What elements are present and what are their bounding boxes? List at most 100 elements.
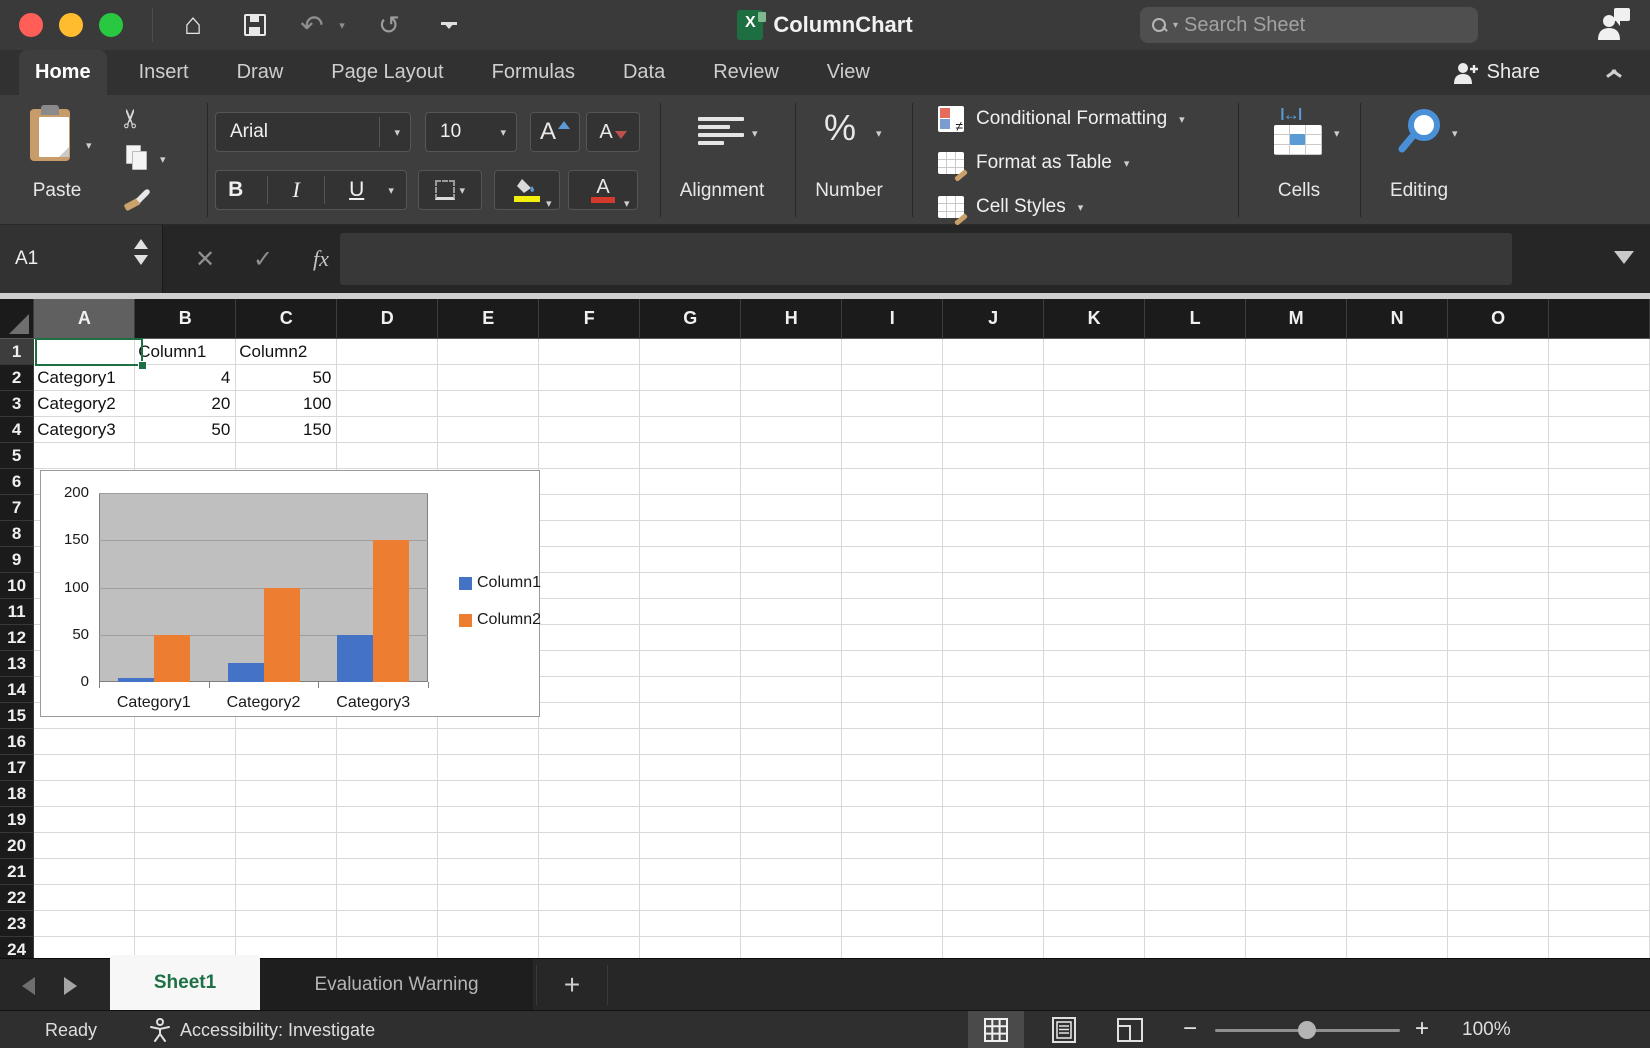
collapse-ribbon-chevron-icon[interactable] <box>1606 64 1622 74</box>
cell-H10[interactable] <box>741 573 842 599</box>
zoom-out-button[interactable]: − <box>1178 1011 1202 1047</box>
row-header-20[interactable]: 20 <box>0 833 34 859</box>
cell-B21[interactable] <box>135 859 236 885</box>
cell-L1[interactable] <box>1145 339 1246 365</box>
cell-F23[interactable] <box>539 911 640 937</box>
cell-K17[interactable] <box>1044 755 1145 781</box>
cell-N24[interactable] <box>1347 937 1448 958</box>
cell-M22[interactable] <box>1246 885 1347 911</box>
cell-C3[interactable]: 100 <box>236 391 337 417</box>
cell-H17[interactable] <box>741 755 842 781</box>
cell-C23[interactable] <box>236 911 337 937</box>
cell-B4[interactable]: 50 <box>135 417 236 443</box>
cell-J23[interactable] <box>943 911 1044 937</box>
cell-A21[interactable] <box>34 859 135 885</box>
cell-N11[interactable] <box>1347 599 1448 625</box>
cell-O3[interactable] <box>1448 391 1549 417</box>
cell-L17[interactable] <box>1145 755 1246 781</box>
cell-K20[interactable] <box>1044 833 1145 859</box>
cell-J20[interactable] <box>943 833 1044 859</box>
cell-L12[interactable] <box>1145 625 1246 651</box>
cell-J11[interactable] <box>943 599 1044 625</box>
cell-O7[interactable] <box>1448 495 1549 521</box>
cell-J8[interactable] <box>943 521 1044 547</box>
cell-N9[interactable] <box>1347 547 1448 573</box>
font-name-select[interactable]: Arial▾ <box>215 112 411 152</box>
next-sheet-icon[interactable] <box>64 977 77 995</box>
cell-G1[interactable] <box>640 339 741 365</box>
cell-M19[interactable] <box>1246 807 1347 833</box>
cell-F11[interactable] <box>539 599 640 625</box>
cell-G18[interactable] <box>640 781 741 807</box>
add-sheet-button[interactable]: + <box>552 959 592 1011</box>
bar-column2-category3[interactable] <box>373 540 409 682</box>
cell-D3[interactable] <box>337 391 438 417</box>
cell-L16[interactable] <box>1145 729 1246 755</box>
tab-data[interactable]: Data <box>607 50 681 95</box>
cell-F6[interactable] <box>539 469 640 495</box>
cell-E18[interactable] <box>438 781 539 807</box>
cell-F14[interactable] <box>539 677 640 703</box>
cell-F24[interactable] <box>539 937 640 958</box>
cell-G13[interactable] <box>640 651 741 677</box>
cell-H6[interactable] <box>741 469 842 495</box>
cell-C21[interactable] <box>236 859 337 885</box>
cell-K4[interactable] <box>1044 417 1145 443</box>
cell-A20[interactable] <box>34 833 135 859</box>
row-header-21[interactable]: 21 <box>0 859 34 885</box>
cell-J18[interactable] <box>943 781 1044 807</box>
cell-J16[interactable] <box>943 729 1044 755</box>
cell-E4[interactable] <box>438 417 539 443</box>
bar-column1-category2[interactable] <box>228 663 264 682</box>
page-layout-view-button[interactable] <box>1036 1011 1092 1048</box>
cell-H18[interactable] <box>741 781 842 807</box>
cell-E2[interactable] <box>438 365 539 391</box>
cell-partial-1[interactable] <box>1549 339 1650 365</box>
cell-I19[interactable] <box>842 807 943 833</box>
cell-I17[interactable] <box>842 755 943 781</box>
cell-L22[interactable] <box>1145 885 1246 911</box>
cell-partial-8[interactable] <box>1549 521 1650 547</box>
cell-J2[interactable] <box>943 365 1044 391</box>
cell-O10[interactable] <box>1448 573 1549 599</box>
cell-B16[interactable] <box>135 729 236 755</box>
cell-J9[interactable] <box>943 547 1044 573</box>
cell-partial-19[interactable] <box>1549 807 1650 833</box>
editing-button[interactable] <box>1398 107 1444 160</box>
cell-K8[interactable] <box>1044 521 1145 547</box>
cell-I3[interactable] <box>842 391 943 417</box>
cell-M17[interactable] <box>1246 755 1347 781</box>
cell-D4[interactable] <box>337 417 438 443</box>
cell-C2[interactable]: 50 <box>236 365 337 391</box>
cell-J21[interactable] <box>943 859 1044 885</box>
cell-H11[interactable] <box>741 599 842 625</box>
cell-J12[interactable] <box>943 625 1044 651</box>
cell-H24[interactable] <box>741 937 842 958</box>
cell-O1[interactable] <box>1448 339 1549 365</box>
cell-D19[interactable] <box>337 807 438 833</box>
cell-H16[interactable] <box>741 729 842 755</box>
cell-O11[interactable] <box>1448 599 1549 625</box>
cell-F15[interactable] <box>539 703 640 729</box>
cell-N13[interactable] <box>1347 651 1448 677</box>
share-button[interactable]: Share <box>1453 50 1540 95</box>
cell-partial-15[interactable] <box>1549 703 1650 729</box>
cell-F20[interactable] <box>539 833 640 859</box>
cell-C20[interactable] <box>236 833 337 859</box>
cell-partial-20[interactable] <box>1549 833 1650 859</box>
selected-cell-outline[interactable] <box>35 338 143 366</box>
cell-L8[interactable] <box>1145 521 1246 547</box>
row-header-12[interactable]: 12 <box>0 625 34 651</box>
cell-H5[interactable] <box>741 443 842 469</box>
copy-dropdown-icon[interactable]: ▾ <box>160 153 166 166</box>
cell-N12[interactable] <box>1347 625 1448 651</box>
cell-J10[interactable] <box>943 573 1044 599</box>
cell-M21[interactable] <box>1246 859 1347 885</box>
cell-H2[interactable] <box>741 365 842 391</box>
column-header-F[interactable]: F <box>539 299 640 339</box>
row-header-10[interactable]: 10 <box>0 573 34 599</box>
row-header-6[interactable]: 6 <box>0 469 34 495</box>
cell-C4[interactable]: 150 <box>236 417 337 443</box>
cell-E17[interactable] <box>438 755 539 781</box>
row-header-23[interactable]: 23 <box>0 911 34 937</box>
